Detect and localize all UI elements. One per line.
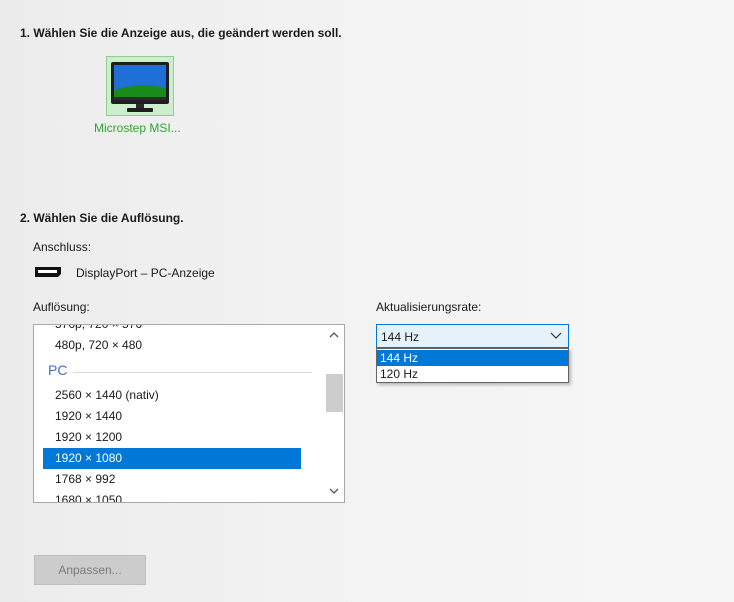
monitor-icon (111, 62, 169, 112)
refresh-rate-label: Aktualisierungsrate: (376, 300, 482, 314)
group-header-pc: PC (48, 362, 68, 378)
scroll-thumb[interactable] (326, 374, 343, 412)
refresh-rate-select[interactable]: 144 Hz (376, 324, 569, 348)
monitor-tile[interactable] (106, 56, 174, 116)
apply-button[interactable]: Anpassen... (34, 555, 146, 585)
group-divider (73, 372, 312, 373)
step1-heading: 1. Wählen Sie die Anzeige aus, die geänd… (20, 26, 342, 40)
resolution-list[interactable]: 576p, 720 × 576 480p, 720 × 480 PC 2560 … (33, 324, 345, 503)
step2-heading: 2. Wählen Sie die Auflösung. (20, 211, 184, 225)
scroll-down-icon[interactable] (324, 483, 344, 500)
list-item[interactable]: 480p, 720 × 480 (43, 335, 301, 356)
displayport-icon (35, 267, 61, 277)
list-item-selected[interactable]: 1920 × 1080 (43, 448, 301, 469)
scroll-up-icon[interactable] (324, 327, 344, 344)
refresh-rate-dropdown: 144 Hz 120 Hz (376, 348, 569, 383)
list-item[interactable]: 1920 × 1200 (43, 427, 301, 448)
list-item[interactable]: 1680 × 1050 (43, 490, 301, 502)
chevron-down-icon (550, 328, 562, 345)
list-scrollbar[interactable] (324, 325, 344, 502)
refresh-rate-value: 144 Hz (381, 330, 420, 344)
display-settings-panel: 1. Wählen Sie die Anzeige aus, die geänd… (0, 0, 734, 602)
list-item[interactable]: 576p, 720 × 576 (43, 325, 301, 335)
connection-label: Anschluss: (33, 240, 92, 254)
refresh-rate-option-120[interactable]: 120 Hz (377, 366, 568, 382)
list-item[interactable]: 2560 × 1440 (nativ) (43, 385, 301, 406)
refresh-rate-option-144[interactable]: 144 Hz (377, 350, 568, 366)
connection-value: DisplayPort – PC-Anzeige (76, 266, 215, 280)
list-item[interactable]: 1920 × 1440 (43, 406, 301, 427)
monitor-name[interactable]: Microstep MSI... (94, 121, 181, 135)
resolution-label: Auflösung: (33, 300, 90, 314)
list-item[interactable]: 1768 × 992 (43, 469, 301, 490)
